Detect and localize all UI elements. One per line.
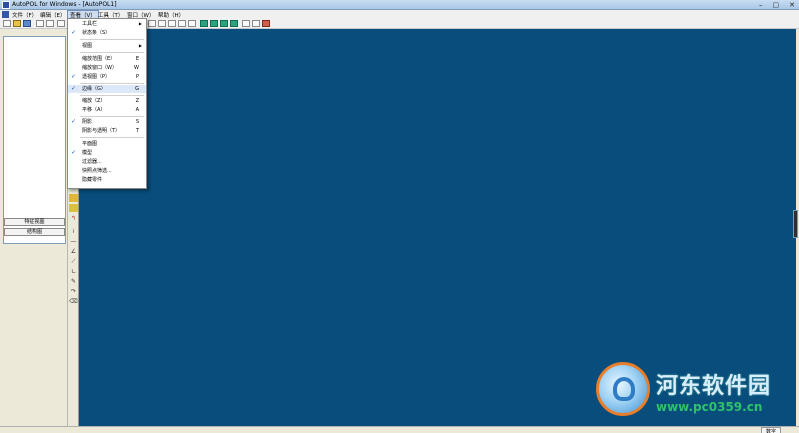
select-icon[interactable] (148, 20, 156, 27)
menu-item-toolbar[interactable]: 工具栏 ▶ (68, 20, 146, 28)
window-title: AutoPOL for Windows - [AutoPOL1] (12, 1, 117, 8)
checkmark-icon: ✓ (71, 149, 77, 156)
menu-item-zoom-window[interactable]: 缩放窗口（W） W (68, 64, 146, 72)
menu-item-model[interactable]: ✓ 模型 (68, 149, 146, 157)
menu-separator (80, 83, 144, 84)
pencil-icon[interactable]: ✎ (69, 278, 78, 286)
menu-item-zoom[interactable]: 缩放（Z） Z (68, 97, 146, 105)
diagonal-icon[interactable]: ⟋ (69, 258, 78, 266)
menu-item-view[interactable]: 视图 ▶ (68, 42, 146, 50)
menu-item-shading[interactable]: ✓ 阴影 S (68, 118, 146, 126)
menu-separator (80, 116, 144, 117)
arc-icon[interactable]: ↷ (69, 288, 78, 296)
menu-file[interactable]: 文件（F） (10, 11, 39, 19)
zoom-window-icon[interactable] (168, 20, 176, 27)
undo-icon[interactable] (36, 20, 44, 27)
menu-item-statusbar[interactable]: ✓ 状态条（S） (68, 29, 146, 37)
submenu-arrow-icon: ▶ (138, 21, 142, 26)
menu-separator (80, 137, 144, 138)
num-lock-indicator: 数字 (760, 427, 781, 433)
open-folder-icon[interactable] (13, 20, 21, 27)
view-iso-icon[interactable] (230, 20, 238, 27)
document-icon[interactable] (2, 11, 9, 18)
rotate-view-icon[interactable] (188, 20, 196, 27)
menu-item-shading-transparency[interactable]: 阴影与透明（T） T (68, 127, 146, 135)
bend-icon[interactable]: ↰ (69, 215, 78, 223)
line-icon[interactable]: — (69, 238, 78, 246)
checkmark-icon: ✓ (71, 118, 77, 125)
print-icon[interactable] (57, 20, 65, 27)
maximize-icon[interactable]: ▢ (773, 1, 780, 9)
watermark-title: 河东软件园 (656, 374, 772, 399)
menu-item-hide-parts[interactable]: 隐藏零件 (68, 176, 146, 184)
zoom-extents-icon[interactable] (158, 20, 166, 27)
checkmark-icon: ✓ (71, 73, 77, 80)
menu-item-edges[interactable]: ✓ 边缘（G） G (68, 85, 146, 93)
new-file-icon[interactable] (3, 20, 11, 27)
menu-item-zoom-extents[interactable]: 缩放范围（E） E (68, 55, 146, 63)
wireframe-icon[interactable] (252, 20, 260, 27)
shading-dropdown-icon[interactable] (262, 20, 270, 27)
left-panel: 特征视图 结构图 (0, 29, 68, 426)
menu-item-snap-filter[interactable]: 快照点筛选... (68, 167, 146, 175)
view-front-icon[interactable] (200, 20, 208, 27)
part-icon[interactable] (69, 204, 78, 212)
folder-icon[interactable] (69, 194, 78, 202)
close-icon[interactable]: ✕ (789, 1, 795, 9)
checkmark-icon: ✓ (71, 29, 77, 36)
dimension-icon[interactable] (242, 20, 250, 27)
watermark-logo-icon (596, 362, 650, 416)
feature-tree[interactable] (3, 36, 66, 244)
cursor-icon[interactable]: ⁞ (69, 228, 78, 236)
watermark: 河东软件园 www.pc0359.cn (596, 362, 796, 418)
checkmark-icon: ✓ (71, 85, 77, 92)
splitter-handle[interactable] (793, 210, 798, 238)
status-bar: 数字 (0, 426, 799, 433)
view-menu-dropdown: 工具栏 ▶ ✓ 状态条（S） 视图 ▶ 缩放范围（E） E 缩放窗口（W） W … (67, 18, 147, 189)
menu-item-plan[interactable]: 平面图 (68, 140, 146, 148)
submenu-arrow-icon: ▶ (138, 43, 142, 48)
watermark-url: www.pc0359.cn (656, 400, 763, 414)
angle-icon[interactable]: ∠ (69, 248, 78, 256)
menu-separator (80, 52, 144, 53)
menu-edit[interactable]: 编辑（E） (38, 11, 67, 19)
title-bar: AutoPOL for Windows - [AutoPOL1] – ▢ ✕ (0, 0, 799, 10)
structure-view-button[interactable]: 结构图 (4, 228, 65, 236)
menu-separator (80, 95, 144, 96)
minimize-icon[interactable]: – (759, 1, 763, 9)
menu-help[interactable]: 帮助（H） (156, 11, 186, 19)
save-icon[interactable] (23, 20, 31, 27)
view-side-icon[interactable] (220, 20, 228, 27)
menu-item-perspective[interactable]: ✓ 透视图（P） P (68, 73, 146, 81)
view-top-icon[interactable] (210, 20, 218, 27)
app-icon (2, 1, 10, 9)
redo-icon[interactable] (46, 20, 54, 27)
zoom-in-icon[interactable] (178, 20, 186, 27)
corner-icon[interactable]: ∟ (69, 268, 78, 276)
eraser-icon[interactable]: ⌫ (69, 298, 78, 306)
menu-item-filter[interactable]: 过滤器... (68, 158, 146, 166)
menu-separator (80, 39, 144, 40)
feature-view-button[interactable]: 特征视图 (4, 218, 65, 226)
menu-item-pan[interactable]: 平移（A） A (68, 106, 146, 114)
window-controls: – ▢ ✕ (759, 1, 795, 9)
